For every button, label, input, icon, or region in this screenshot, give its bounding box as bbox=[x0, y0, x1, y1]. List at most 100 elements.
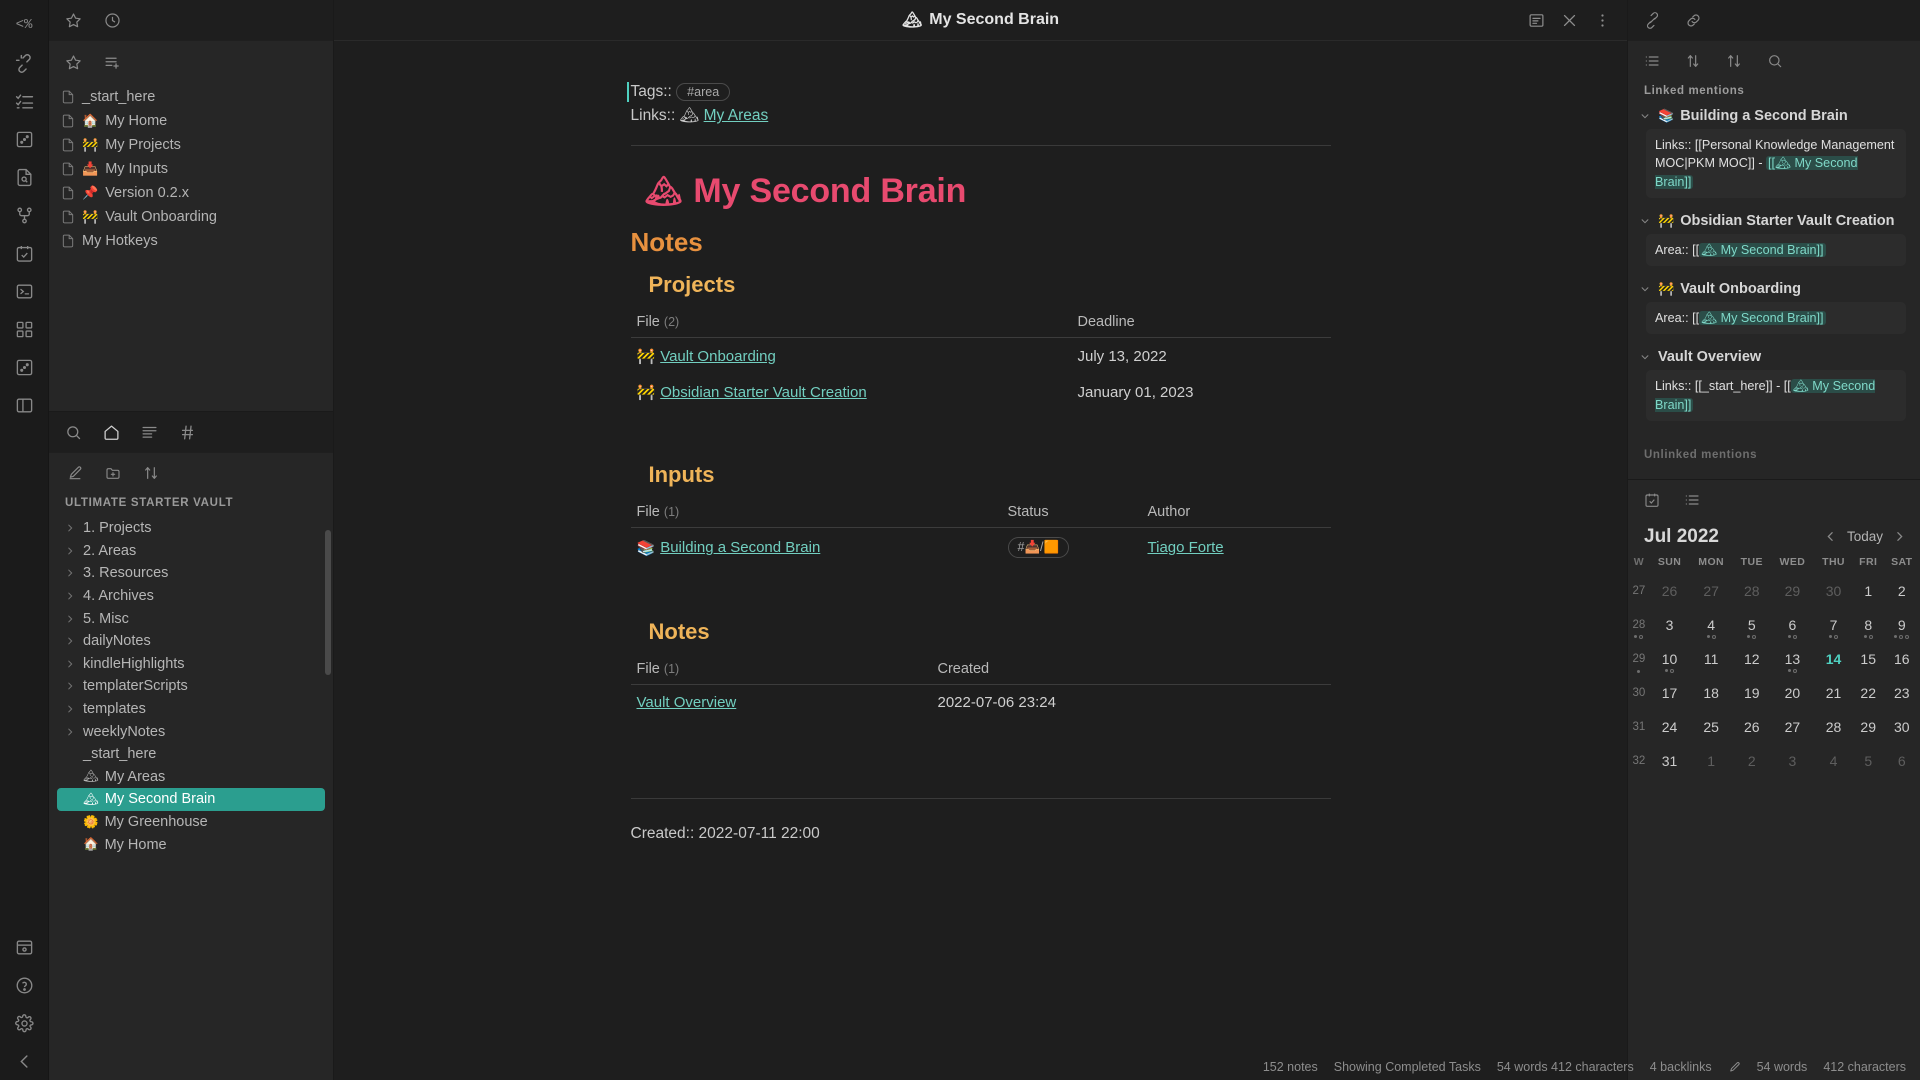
calendar-day[interactable]: 19 bbox=[1733, 676, 1771, 710]
column-status[interactable]: Status bbox=[1001, 500, 1142, 529]
calendar-day[interactable]: 8 bbox=[1853, 608, 1884, 642]
internal-link[interactable]: Vault Overview bbox=[637, 694, 737, 711]
calendar-day[interactable]: 29 bbox=[1771, 574, 1815, 608]
bookmark-item[interactable]: 🚧 Vault Onboarding bbox=[49, 205, 333, 229]
previous-month-button[interactable] bbox=[1824, 530, 1837, 543]
backlink-group-header[interactable]: 📚 Building a Second Brain bbox=[1628, 105, 1920, 127]
arrow-up-down-icon[interactable] bbox=[1685, 53, 1701, 69]
column-deadline[interactable]: Deadline bbox=[1071, 310, 1331, 339]
grid-apps-icon[interactable] bbox=[4, 310, 44, 348]
reading-view-icon[interactable] bbox=[1528, 12, 1545, 29]
list-plus-icon[interactable] bbox=[104, 54, 121, 71]
tree-folder[interactable]: templates bbox=[57, 698, 325, 721]
calendar-day[interactable]: 1 bbox=[1689, 744, 1733, 778]
home-icon[interactable] bbox=[103, 424, 120, 441]
calendar-day[interactable]: 6 bbox=[1884, 744, 1920, 778]
calendar-week-number[interactable]: 27 bbox=[1628, 574, 1650, 608]
calendar-day[interactable]: 29 bbox=[1853, 710, 1884, 744]
calendar-day[interactable]: 16 bbox=[1884, 642, 1920, 676]
search-icon[interactable] bbox=[1767, 53, 1783, 69]
calendar-day[interactable]: 9 bbox=[1884, 608, 1920, 642]
file-tree-scrollbar[interactable] bbox=[325, 530, 331, 675]
calendar-day[interactable]: 2 bbox=[1884, 574, 1920, 608]
backlink-group-header[interactable]: 🚧 Vault Onboarding bbox=[1628, 278, 1920, 300]
column-created[interactable]: Created bbox=[931, 657, 1331, 686]
column-file[interactable]: File (1) bbox=[630, 500, 1002, 529]
calendar-day[interactable]: 2 bbox=[1733, 744, 1771, 778]
hash-icon[interactable] bbox=[179, 424, 196, 441]
calendar-day[interactable]: 27 bbox=[1689, 574, 1733, 608]
calendar-day[interactable]: 18 bbox=[1689, 676, 1733, 710]
tree-folder[interactable]: 2. Areas bbox=[57, 540, 325, 563]
calendar-day[interactable]: 10 bbox=[1650, 642, 1690, 676]
calendar-day[interactable]: 7 bbox=[1814, 608, 1853, 642]
calendar-day[interactable]: 5 bbox=[1853, 744, 1884, 778]
calendar-day[interactable]: 12 bbox=[1733, 642, 1771, 676]
tag-pill-area[interactable]: #area bbox=[676, 83, 731, 101]
note-scroll-area[interactable]: Tags:: #area Links:: 🏔 My Areas 🏔 My Sec… bbox=[334, 41, 1627, 1080]
calendar-day[interactable]: 13 bbox=[1771, 642, 1815, 676]
internal-link[interactable]: Building a Second Brain bbox=[660, 539, 820, 556]
column-file[interactable]: File (2) bbox=[630, 310, 1072, 339]
help-icon[interactable] bbox=[4, 966, 44, 1004]
calendar-day[interactable]: 22 bbox=[1853, 676, 1884, 710]
bookmark-item[interactable]: 🚧 My Projects bbox=[49, 133, 333, 157]
bookmark-item[interactable]: 📌 Version 0.2.x bbox=[49, 181, 333, 205]
bookmark-item[interactable]: _start_here bbox=[49, 85, 333, 109]
tree-folder[interactable]: 5. Misc bbox=[57, 607, 325, 630]
calendar-day[interactable]: 27 bbox=[1771, 710, 1815, 744]
tree-folder[interactable]: 3. Resources bbox=[57, 562, 325, 585]
link-broken-icon[interactable] bbox=[1644, 11, 1661, 29]
star-icon[interactable] bbox=[65, 12, 82, 29]
backlink-context[interactable]: Links:: [[_start_here]] - [[🏔 My Second … bbox=[1646, 370, 1906, 421]
close-icon[interactable] bbox=[1561, 12, 1578, 29]
calendar-day[interactable]: 24 bbox=[1650, 710, 1690, 744]
internal-link[interactable]: Vault Onboarding bbox=[660, 348, 776, 365]
bookmark-item[interactable]: 📥 My Inputs bbox=[49, 157, 333, 181]
calendar-day[interactable]: 5 bbox=[1733, 608, 1771, 642]
sort-icon[interactable] bbox=[1726, 53, 1742, 69]
bookmark-item[interactable]: My Hotkeys bbox=[49, 229, 333, 253]
tree-file[interactable]: _start_here bbox=[57, 743, 325, 766]
layout-sidebar-icon[interactable] bbox=[4, 386, 44, 424]
unlink-icon[interactable] bbox=[4, 44, 44, 82]
status-badge[interactable]: #📥/🟧 bbox=[1007, 537, 1070, 559]
bookmark-current-icon[interactable] bbox=[65, 54, 82, 71]
calendar-day[interactable]: 23 bbox=[1884, 676, 1920, 710]
search-icon[interactable] bbox=[65, 424, 82, 441]
backlink-group-header[interactable]: 🚧 Obsidian Starter Vault Creation bbox=[1628, 210, 1920, 232]
more-vertical-icon[interactable] bbox=[1594, 12, 1611, 29]
new-folder-icon[interactable] bbox=[105, 465, 121, 481]
files-icon[interactable] bbox=[141, 424, 158, 441]
calendar-day[interactable]: 15 bbox=[1853, 642, 1884, 676]
graph-view-icon[interactable] bbox=[4, 196, 44, 234]
backlink-context[interactable]: Links:: [[Personal Knowledge Management … bbox=[1646, 129, 1906, 198]
calendar-day[interactable]: 21 bbox=[1814, 676, 1853, 710]
next-month-button[interactable] bbox=[1893, 530, 1906, 543]
settings-gear-icon[interactable] bbox=[4, 1004, 44, 1042]
backlink-group-header[interactable]: Vault Overview bbox=[1628, 346, 1920, 368]
tree-file[interactable]: 🏠 My Home bbox=[57, 833, 325, 856]
internal-link[interactable]: Obsidian Starter Vault Creation bbox=[660, 384, 867, 401]
tree-folder[interactable]: 4. Archives bbox=[57, 585, 325, 608]
clock-icon[interactable] bbox=[104, 12, 121, 29]
calendar-day[interactable]: 4 bbox=[1689, 608, 1733, 642]
calendar-week-number[interactable]: 29 bbox=[1628, 642, 1650, 676]
status-tasks[interactable]: Showing Completed Tasks bbox=[1334, 1060, 1481, 1074]
tree-folder[interactable]: kindleHighlights bbox=[57, 653, 325, 676]
internal-link-my-areas[interactable]: My Areas bbox=[704, 107, 769, 124]
tree-file[interactable]: 🌼 My Greenhouse bbox=[57, 811, 325, 834]
calendar-day[interactable]: 25 bbox=[1689, 710, 1733, 744]
tree-folder[interactable]: weeklyNotes bbox=[57, 720, 325, 743]
dice-icon[interactable] bbox=[4, 348, 44, 386]
column-file[interactable]: File (1) bbox=[630, 657, 932, 686]
calendar-day[interactable]: 11 bbox=[1689, 642, 1733, 676]
calendar-day[interactable]: 4 bbox=[1814, 744, 1853, 778]
bookmark-item[interactable]: 🏠 My Home bbox=[49, 109, 333, 133]
calendar-day[interactable]: 20 bbox=[1771, 676, 1815, 710]
column-author[interactable]: Author bbox=[1141, 500, 1331, 529]
links-icon[interactable] bbox=[1685, 12, 1702, 29]
terminal-icon[interactable] bbox=[4, 272, 44, 310]
checklist-icon[interactable] bbox=[4, 82, 44, 120]
backlink-context[interactable]: Area:: [[🏔 My Second Brain]] bbox=[1646, 233, 1906, 266]
